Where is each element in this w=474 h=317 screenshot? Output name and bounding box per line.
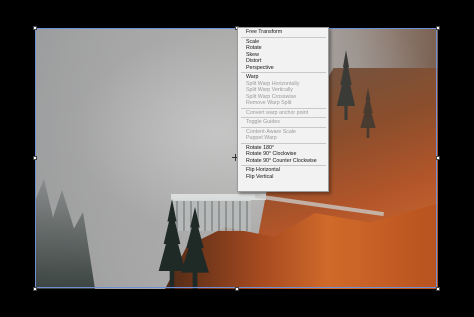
transform-handle-top-left[interactable]: [33, 26, 37, 30]
menu-item-convert-warp-anchor-point[interactable]: Convert warp anchor point: [238, 110, 328, 117]
transform-handle-bottom-center[interactable]: [235, 287, 239, 291]
menu-item-free-transform[interactable]: Free Transform: [238, 29, 328, 36]
menu-item-flip-vertical[interactable]: Flip Vertical: [238, 174, 328, 181]
menu-item-puppet-warp[interactable]: Puppet Warp: [238, 135, 328, 142]
document-canvas: Free Transform Scale Rotate Skew Distort Pers…: [0, 0, 474, 317]
menu-separator: [241, 165, 326, 166]
menu-separator: [241, 107, 326, 109]
menu-item-perspective[interactable]: Perspective: [238, 65, 328, 72]
transform-handle-bottom-left[interactable]: [33, 287, 37, 291]
menu-item-rotate-90-counter-clockwise[interactable]: Rotate 90° Counter Clockwise: [238, 158, 328, 165]
menu-separator: [241, 126, 326, 128]
menu-separator: [241, 142, 326, 144]
menu-separator: [241, 72, 326, 73]
transform-handle-middle-left[interactable]: [33, 156, 37, 160]
transform-handle-top-right[interactable]: [436, 26, 440, 30]
transform-handle-bottom-right[interactable]: [436, 287, 440, 291]
transform-context-menu: Free Transform Scale Rotate Skew Distort Pers…: [237, 27, 329, 192]
transform-handle-middle-right[interactable]: [436, 156, 440, 160]
menu-item-remove-warp-split[interactable]: Remove Warp Split: [238, 100, 328, 107]
menu-item-toggle-guides[interactable]: Toggle Guides: [238, 119, 328, 126]
menu-separator: [241, 117, 326, 118]
menu-separator: [241, 36, 326, 38]
